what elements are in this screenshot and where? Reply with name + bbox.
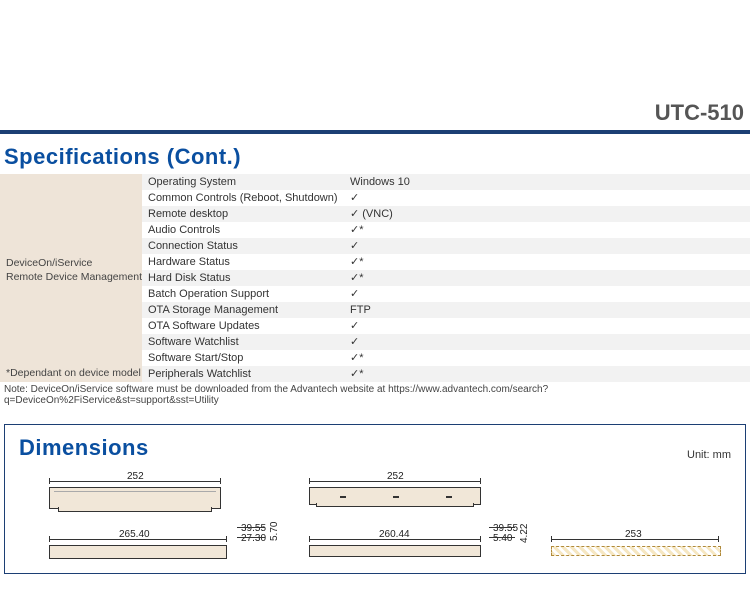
spec-value: ✓ xyxy=(344,318,750,334)
spec-value: FTP xyxy=(344,302,750,318)
spec-label: Software Start/Stop xyxy=(142,350,344,366)
spec-label: Connection Status xyxy=(142,238,344,254)
spec-label: Hard Disk Status xyxy=(142,270,344,286)
spec-label: Batch Operation Support xyxy=(142,286,344,302)
dimensions-unit: Unit: mm xyxy=(687,449,731,461)
group-name-line2: Remote Device Management xyxy=(6,270,142,284)
spec-label: Software Watchlist xyxy=(142,334,344,350)
spec-value: ✓ xyxy=(344,190,750,206)
spec-value: Windows 10 xyxy=(344,174,750,190)
spec-value: ✓* xyxy=(344,366,750,382)
dim-value: 5.40 xyxy=(493,533,512,544)
spec-label: Peripherals Watchlist xyxy=(142,366,344,382)
specs-table: DeviceOn/iService Remote Device Manageme… xyxy=(0,174,750,382)
spec-label: Audio Controls xyxy=(142,222,344,238)
spec-group-cell: DeviceOn/iService Remote Device Manageme… xyxy=(0,174,142,382)
spec-label: Common Controls (Reboot, Shutdown) xyxy=(142,190,344,206)
spec-value: ✓ (VNC) xyxy=(344,206,750,222)
spec-value: ✓* xyxy=(344,254,750,270)
dimensions-title: Dimensions xyxy=(19,435,149,461)
dim-value: 5.70 xyxy=(269,522,280,541)
table-row: DeviceOn/iService Remote Device Manageme… xyxy=(0,174,750,190)
spec-value: ✓ xyxy=(344,238,750,254)
group-name-line1: DeviceOn/iService xyxy=(6,256,142,270)
group-footnote: *Dependant on device model xyxy=(6,366,141,380)
spec-label: Hardware Status xyxy=(142,254,344,270)
dimensions-panel: Dimensions Unit: mm 252 252 xyxy=(4,424,746,574)
model-number: UTC-510 xyxy=(0,0,750,130)
dim-value: 27.30 xyxy=(241,533,266,544)
spec-value: ✓* xyxy=(344,350,750,366)
header-rule xyxy=(0,130,750,134)
spec-label: Remote desktop xyxy=(142,206,344,222)
specs-section-title: Specifications (Cont.) xyxy=(0,142,750,174)
spec-value: ✓ xyxy=(344,334,750,350)
dim-value: 4.22 xyxy=(519,524,530,543)
spec-label: OTA Software Updates xyxy=(142,318,344,334)
dimension-drawings: 252 252 xyxy=(19,473,731,573)
spec-value: ✓ xyxy=(344,286,750,302)
spec-label: Operating System xyxy=(142,174,344,190)
spec-value: ✓* xyxy=(344,222,750,238)
download-note: Note: DeviceOn/iService software must be… xyxy=(0,382,750,406)
spec-value: ✓* xyxy=(344,270,750,286)
spec-label: OTA Storage Management xyxy=(142,302,344,318)
